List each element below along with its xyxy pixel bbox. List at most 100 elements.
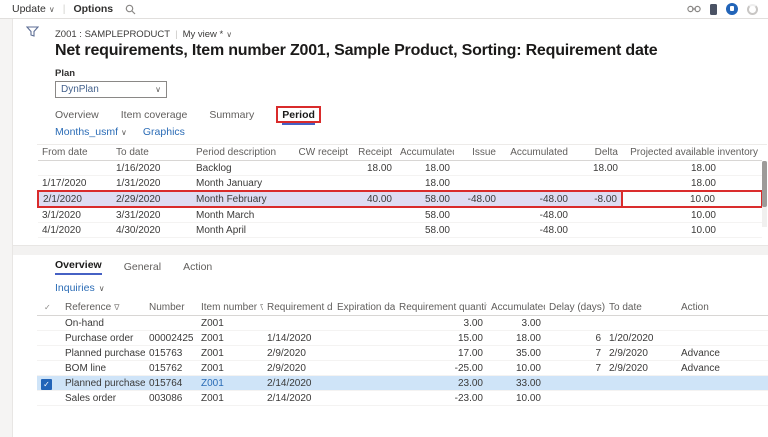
grid-row[interactable]: Sales order 003086 Z001 2/14/2020 -23.00 10.0… bbox=[37, 390, 768, 406]
grid-cell[interactable]: 1/20/2020 bbox=[605, 330, 677, 346]
grid-cell[interactable]: 18.00 bbox=[622, 160, 762, 176]
grid-cell[interactable]: 7 bbox=[545, 345, 605, 361]
grid-cell[interactable]: Z001 bbox=[197, 375, 263, 391]
grid-cell[interactable] bbox=[545, 390, 605, 406]
grid-cell[interactable]: 2/14/2020 bbox=[263, 375, 333, 391]
grid-cell[interactable]: 2/1/2020 bbox=[37, 190, 112, 208]
grid-row[interactable]: 1/17/2020 1/31/2020 Month January 18.00 18.0… bbox=[38, 175, 762, 192]
grid-cell[interactable] bbox=[333, 315, 395, 331]
grid-cell[interactable]: 00002425 bbox=[145, 330, 197, 346]
grid-cell[interactable]: -23.00 bbox=[395, 390, 487, 406]
grid-cell[interactable]: 58.00 bbox=[396, 222, 454, 238]
col-cw-receipt[interactable]: CW receipt bbox=[292, 145, 352, 161]
grid-cell[interactable] bbox=[292, 160, 352, 176]
grid-cell[interactable]: 2/9/2020 bbox=[605, 360, 677, 376]
grid-cell[interactable] bbox=[37, 390, 61, 406]
grid-cell[interactable] bbox=[263, 315, 333, 331]
grid-cell[interactable]: -48.00 bbox=[454, 190, 500, 208]
tab-detail-general[interactable]: General bbox=[124, 261, 161, 275]
grid-cell[interactable]: 18.00 bbox=[572, 160, 622, 176]
grid-row[interactable]: BOM line 015762 Z001 2/9/2020 -25.00 10.00 7 2/… bbox=[37, 360, 768, 376]
grid-cell[interactable]: Z001 bbox=[197, 345, 263, 361]
col-period-description[interactable]: Period description bbox=[192, 145, 292, 161]
device-icon[interactable] bbox=[710, 3, 717, 15]
vertical-scrollbar-thumb[interactable] bbox=[762, 161, 767, 207]
grid-cell[interactable]: 4/30/2020 bbox=[112, 222, 192, 238]
grid-cell[interactable]: 18.00 bbox=[622, 175, 762, 192]
grid-cell[interactable]: Planned purchase ord... bbox=[61, 345, 145, 361]
tab-detail-overview[interactable]: Overview bbox=[55, 259, 102, 275]
grid-cell[interactable]: Z001 bbox=[197, 330, 263, 346]
grid-cell[interactable]: Z001 bbox=[197, 360, 263, 376]
grid-cell[interactable]: 18.00 bbox=[396, 175, 454, 192]
grid-cell[interactable]: 15.00 bbox=[395, 330, 487, 346]
grid-cell[interactable]: 015763 bbox=[145, 345, 197, 361]
tab-detail-action[interactable]: Action bbox=[183, 261, 212, 275]
grid-cell[interactable]: 58.00 bbox=[396, 207, 454, 223]
grid-row[interactable]: 4/1/2020 4/30/2020 Month April 58.00 -48.00 1… bbox=[38, 222, 762, 238]
grid-cell[interactable]: Sales order bbox=[61, 390, 145, 406]
col-accumulated[interactable]: Accumulated bbox=[487, 300, 545, 316]
grid-cell[interactable]: 3/31/2020 bbox=[112, 207, 192, 223]
inquiries-menu[interactable]: Inquiries ∨ bbox=[55, 282, 768, 294]
grid-cell[interactable]: Advance bbox=[677, 360, 768, 376]
grid-cell[interactable] bbox=[605, 315, 677, 331]
grid-cell[interactable] bbox=[333, 360, 395, 376]
tab-summary[interactable]: Summary bbox=[209, 109, 254, 123]
grid-cell[interactable]: 10.00 bbox=[487, 360, 545, 376]
grid-cell[interactable]: 17.00 bbox=[395, 345, 487, 361]
grid-cell[interactable] bbox=[37, 375, 61, 391]
grid-cell[interactable] bbox=[500, 175, 572, 192]
my-view-selector[interactable]: My view * ∨ bbox=[183, 29, 233, 40]
grid-cell[interactable] bbox=[37, 360, 61, 376]
tab-item-coverage[interactable]: Item coverage bbox=[121, 109, 188, 123]
grid-cell[interactable]: 2/9/2020 bbox=[263, 360, 333, 376]
grid-cell[interactable] bbox=[333, 375, 395, 391]
grid-cell[interactable] bbox=[145, 315, 197, 331]
grid-row[interactable]: On-hand Z001 3.00 3.00 bbox=[37, 315, 768, 331]
col-projected-available-inventory[interactable]: Projected available inventory bbox=[622, 145, 762, 161]
grid-cell[interactable]: 58.00 bbox=[396, 190, 454, 208]
grid-cell[interactable]: 1/31/2020 bbox=[112, 175, 192, 192]
grid-cell[interactable]: 10.00 bbox=[622, 207, 762, 223]
grid-cell[interactable] bbox=[572, 175, 622, 192]
link-icon[interactable] bbox=[687, 5, 701, 13]
grid-cell[interactable] bbox=[292, 207, 352, 223]
grid-cell[interactable]: 3.00 bbox=[395, 315, 487, 331]
filter-icon[interactable]: ∇ bbox=[260, 303, 263, 312]
grid-cell[interactable]: -48.00 bbox=[500, 190, 572, 208]
options-menu-button[interactable]: Options bbox=[69, 3, 117, 15]
grid-cell[interactable]: 2/9/2020 bbox=[263, 345, 333, 361]
filter-icon[interactable]: ∇ bbox=[114, 303, 119, 312]
grid-cell[interactable] bbox=[545, 315, 605, 331]
grid-cell[interactable] bbox=[454, 160, 500, 176]
chat-badge-icon[interactable] bbox=[726, 3, 738, 15]
grid-cell[interactable]: 7 bbox=[545, 360, 605, 376]
grid-cell[interactable]: 1/16/2020 bbox=[112, 160, 192, 176]
grid-cell[interactable] bbox=[677, 315, 768, 331]
grid-cell[interactable]: BOM line bbox=[61, 360, 145, 376]
grid-cell[interactable]: -25.00 bbox=[395, 360, 487, 376]
months-usmf-menu[interactable]: Months_usmf ∨ bbox=[55, 126, 127, 138]
grid-cell[interactable]: Month February bbox=[192, 190, 292, 208]
col-from-date[interactable]: From date bbox=[38, 145, 112, 161]
col-reference[interactable]: Reference ∇ bbox=[61, 300, 145, 316]
grid-cell[interactable] bbox=[572, 207, 622, 223]
col-expiration-date[interactable]: Expiration date bbox=[333, 300, 395, 316]
col-requirement-quantity[interactable]: Requirement quantity bbox=[395, 300, 487, 316]
grid-cell[interactable] bbox=[352, 222, 396, 238]
grid-cell[interactable]: 18.00 bbox=[396, 160, 454, 176]
grid-cell[interactable]: Z001 bbox=[197, 390, 263, 406]
filter-pane-icon[interactable] bbox=[26, 26, 39, 38]
grid-cell[interactable]: 003086 bbox=[145, 390, 197, 406]
grid-cell[interactable] bbox=[454, 207, 500, 223]
grid-cell[interactable]: 18.00 bbox=[352, 160, 396, 176]
grid-cell[interactable]: Purchase order bbox=[61, 330, 145, 346]
grid-cell[interactable] bbox=[454, 222, 500, 238]
grid-cell[interactable]: 23.00 bbox=[395, 375, 487, 391]
grid-cell[interactable]: 1/14/2020 bbox=[263, 330, 333, 346]
grid-cell[interactable] bbox=[454, 175, 500, 192]
grid-cell[interactable] bbox=[352, 175, 396, 192]
grid-cell[interactable]: Planned purchase ord... bbox=[61, 375, 145, 391]
grid-cell[interactable]: 3.00 bbox=[487, 315, 545, 331]
